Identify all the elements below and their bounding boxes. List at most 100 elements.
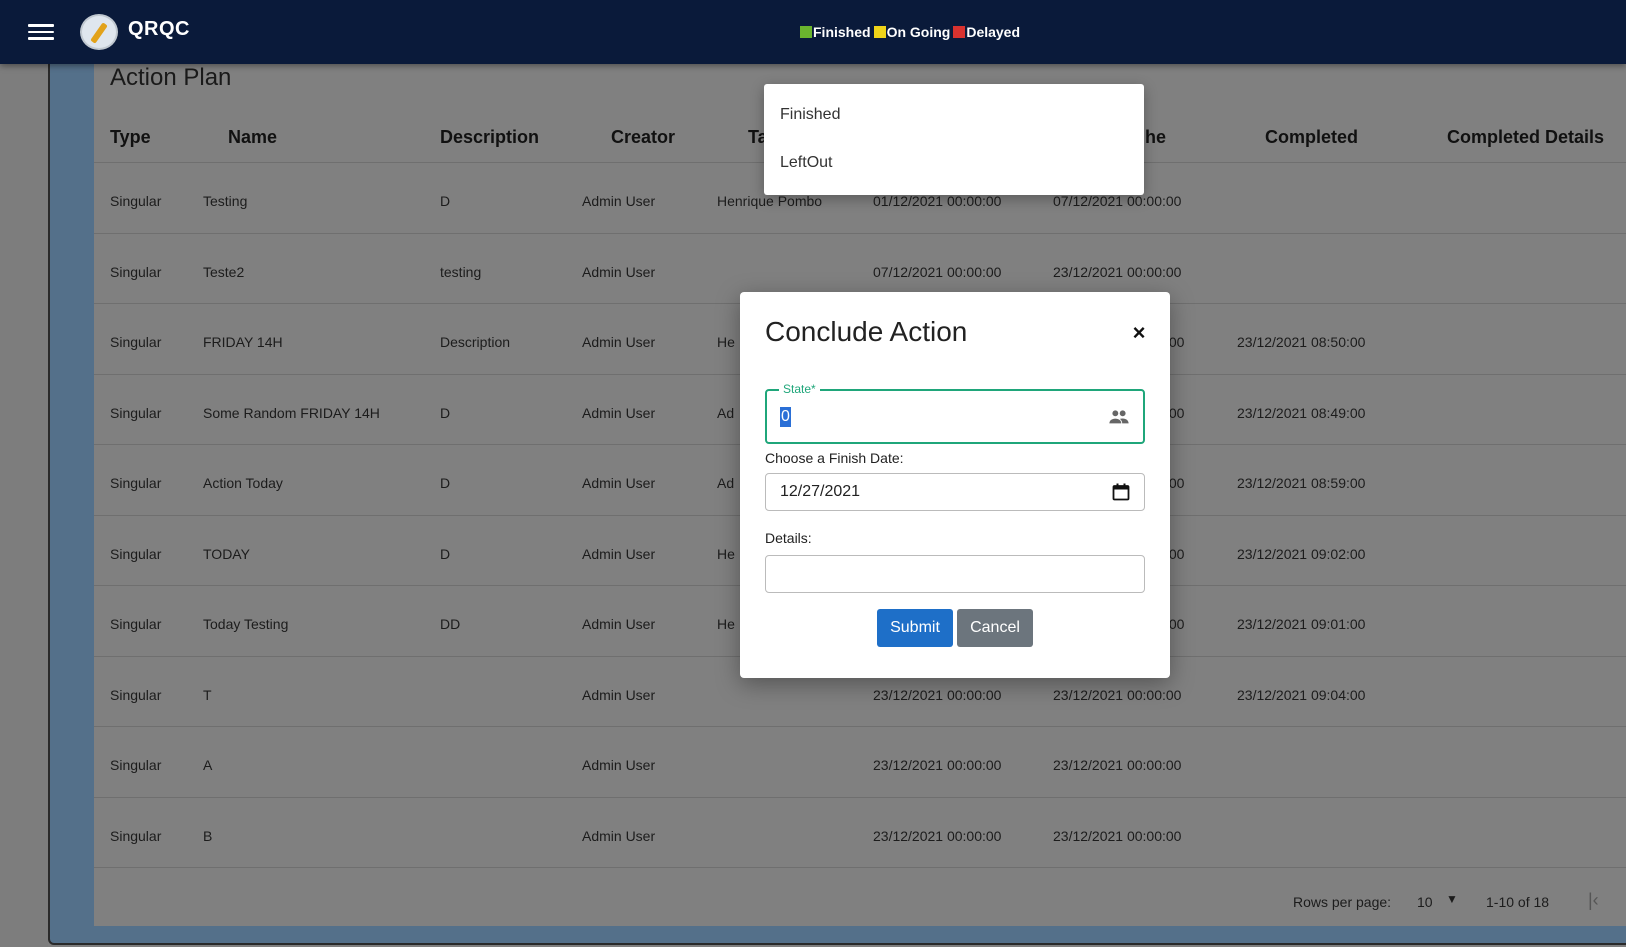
table-cell-creator: Admin User <box>582 545 656 562</box>
table-cell-type: Singular <box>110 193 162 209</box>
status-legend: Finished On Going Delayed <box>800 24 1023 40</box>
column-header-completed-details[interactable]: Completed Details <box>1447 127 1604 148</box>
submit-button[interactable]: Submit <box>877 609 953 647</box>
rows-per-page-label: Rows per page: <box>1293 894 1392 910</box>
table-cell-finish-date: 23/12/2021 00:00:00 <box>1053 827 1182 844</box>
table-cell-name: Action Today <box>203 475 283 491</box>
table-cell-finish-date: 23/12/2021 00:00:00 <box>1053 263 1182 280</box>
table-cell-completed: 23/12/2021 09:02:00 <box>1237 545 1366 562</box>
legend-on-going: On Going <box>873 24 950 40</box>
table-cell-completed: 23/12/2021 08:59:00 <box>1237 475 1366 491</box>
table-cell-target: He <box>717 616 735 632</box>
table-cell-description: D <box>440 404 451 421</box>
calendar-icon[interactable] <box>1112 483 1130 501</box>
table-cell-finish-date: 07/12/2021 00:00:00 <box>1053 193 1182 209</box>
table-cell-creator: Admin User <box>582 827 656 844</box>
legend-delayed: Delayed <box>953 24 1020 40</box>
cancel-button[interactable]: Cancel <box>957 609 1033 647</box>
legend-delayed-swatch <box>953 26 966 38</box>
first-page-icon[interactable]: |‹ <box>1588 890 1599 911</box>
table-cell-creator: Admin User <box>582 686 656 703</box>
dropdown-option-finished[interactable]: Finished <box>780 106 840 124</box>
table-cell-type: Singular <box>110 404 162 421</box>
table-cell-start-date: 23/12/2021 00:00:00 <box>873 686 1002 703</box>
conclude-action-dialog: Conclude Action × State* 0 Choose a Fini… <box>740 292 1170 678</box>
row-divider <box>94 796 1626 798</box>
table-cell-creator: Admin User <box>582 404 656 421</box>
table-cell-description: DD <box>440 616 461 632</box>
close-icon[interactable]: × <box>1128 322 1150 344</box>
state-value[interactable]: 0 <box>780 407 791 427</box>
row-divider <box>94 232 1626 234</box>
table-cell-creator: Admin User <box>582 263 656 280</box>
table-cell-name: TODAY <box>203 545 250 562</box>
table-cell-description: D <box>440 545 451 562</box>
table-cell-completed: 23/12/2021 08:50:00 <box>1237 334 1366 350</box>
dialog-title: Conclude Action <box>765 316 968 347</box>
table-cell-creator: Admin User <box>582 193 656 209</box>
table-cell-creator: Admin User <box>582 757 656 773</box>
table-cell-start-date: 01/12/2021 00:00:00 <box>873 193 1002 209</box>
row-divider <box>94 726 1626 727</box>
rows-per-page-select[interactable]: 10 <box>1417 894 1433 910</box>
row-divider <box>94 867 1626 868</box>
menu-icon[interactable] <box>28 20 54 44</box>
app-title: QRQC <box>128 18 190 40</box>
column-header-description[interactable]: Description <box>440 127 539 148</box>
table-cell-target: Ad <box>717 404 735 421</box>
table-cell-type: Singular <box>110 686 162 703</box>
table-cell-name: Testing <box>203 193 248 209</box>
state-dropdown-menu: Finished LeftOut <box>764 84 1144 195</box>
table-cell-name: T <box>203 686 212 703</box>
pagination-range: 1-10 of 18 <box>1486 894 1550 910</box>
chevron-down-icon[interactable]: ▼ <box>1446 892 1458 906</box>
state-label: State* <box>779 382 820 396</box>
app-bar: QRQC Finished On Going Delayed <box>0 0 1626 64</box>
logo-icon <box>80 14 118 50</box>
table-cell-completed: 23/12/2021 09:04:00 <box>1237 686 1366 703</box>
finish-date-label: Choose a Finish Date: <box>765 450 904 466</box>
table-cell-name: A <box>203 757 213 773</box>
table-cell-name: Today Testing <box>203 616 289 632</box>
table-cell-type: Singular <box>110 475 162 491</box>
state-select[interactable]: State* 0 <box>765 382 1145 444</box>
table-cell-finish-date: 23/12/2021 00:00:00 <box>1053 757 1182 773</box>
table-cell-type: Singular <box>110 616 162 632</box>
legend-finished-swatch <box>800 26 812 38</box>
table-cell-completed: 23/12/2021 09:01:00 <box>1237 616 1366 632</box>
details-label: Details: <box>765 530 812 546</box>
table-cell-description: Description <box>440 334 511 350</box>
table-cell-name: FRIDAY 14H <box>203 334 283 350</box>
finish-date-value: 12/27/2021 <box>780 483 861 500</box>
table-cell-type: Singular <box>110 545 162 562</box>
table-cell-start-date: 07/12/2021 00:00:00 <box>873 263 1002 280</box>
page-title: Action Plan <box>110 64 232 91</box>
table-cell-finish-date: 23/12/2021 00:00:00 <box>1053 686 1182 703</box>
column-header-type[interactable]: Type <box>110 127 151 148</box>
table-cell-completed: 23/12/2021 08:49:00 <box>1237 404 1366 421</box>
table-cell-name: Some Random FRIDAY 14H <box>203 404 380 421</box>
dropdown-option-leftout[interactable]: LeftOut <box>780 154 832 172</box>
column-header-creator[interactable]: Creator <box>611 127 675 148</box>
table-cell-type: Singular <box>110 827 162 844</box>
legend-on-going-swatch <box>873 26 886 38</box>
legend-finished: Finished <box>800 24 871 40</box>
table-cell-type: Singular <box>110 334 162 350</box>
table-cell-start-date: 23/12/2021 00:00:00 <box>873 827 1002 844</box>
table-cell-description: testing <box>440 263 482 280</box>
table-cell-creator: Admin User <box>582 475 656 491</box>
table-cell-description: D <box>440 193 451 209</box>
table-cell-creator: Admin User <box>582 616 656 632</box>
column-header-finish-time[interactable]: he <box>1145 127 1166 148</box>
table-cell-type: Singular <box>110 757 162 773</box>
people-icon <box>1109 410 1129 424</box>
column-header-name[interactable]: Name <box>228 127 277 148</box>
table-cell-name: Teste2 <box>203 263 245 280</box>
finish-date-input[interactable]: 12/27/2021 <box>765 473 1145 511</box>
details-input[interactable] <box>765 555 1145 593</box>
column-header-completed[interactable]: Completed <box>1265 127 1358 148</box>
table-cell-target: Henrique Pombo <box>717 193 823 209</box>
table-cell-type: Singular <box>110 263 162 280</box>
table-cell-target: Ad <box>717 475 735 491</box>
table-cell-name: B <box>203 827 213 844</box>
